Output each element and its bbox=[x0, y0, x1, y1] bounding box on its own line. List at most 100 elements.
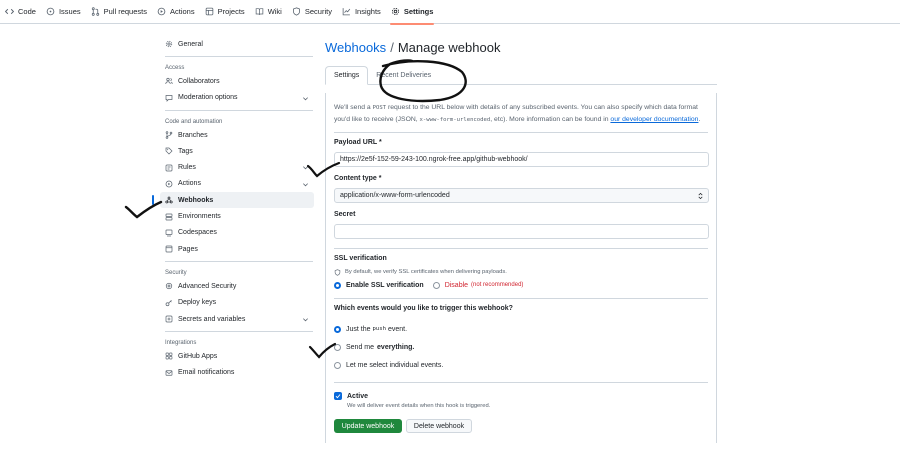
sidebar-item-label: Collaborators bbox=[178, 77, 220, 85]
chevron-down-icon[interactable] bbox=[302, 95, 309, 102]
gear-icon bbox=[391, 7, 400, 16]
intro-text: , etc). More information can be found in bbox=[490, 116, 611, 123]
rules-icon bbox=[165, 164, 173, 172]
sidebar-item-general[interactable]: General bbox=[160, 36, 314, 52]
server-icon bbox=[165, 213, 173, 221]
ssl-disable-radio[interactable] bbox=[432, 281, 440, 289]
content-type-select[interactable]: application/x-www-form-urlencoded bbox=[334, 188, 709, 203]
sidebar-item-label: Codespaces bbox=[178, 229, 217, 237]
event-option-individual[interactable]: Let me select individual events. bbox=[334, 356, 708, 374]
sidebar-item-branches[interactable]: Branches bbox=[160, 127, 314, 143]
event-option-push[interactable]: Just the push event. bbox=[334, 320, 708, 338]
event-individual-text: Let me select individual events. bbox=[346, 361, 444, 369]
ssl-enable-radio[interactable] bbox=[334, 281, 341, 289]
form-divider bbox=[334, 382, 708, 383]
sidebar-item-collaborators[interactable]: Collaborators bbox=[160, 73, 314, 89]
intro-code: x-www-form-urlencoded bbox=[419, 117, 491, 123]
annotation-check-webhooks bbox=[124, 200, 163, 219]
event-individual-radio[interactable] bbox=[334, 361, 341, 369]
codescan-icon bbox=[165, 282, 173, 290]
sidebar-item-actions[interactable]: Actions bbox=[160, 176, 314, 192]
page-title: Webhooks / Manage webhook bbox=[325, 36, 717, 58]
tab-settings[interactable]: Settings bbox=[325, 66, 369, 85]
sidebar-item-moderation[interactable]: Moderation options bbox=[160, 90, 314, 106]
sidebar-item-label: Moderation options bbox=[178, 94, 238, 102]
sidebar-item-secrets[interactable]: Secrets and variables bbox=[160, 311, 314, 327]
sidebar-item-tags[interactable]: Tags bbox=[160, 143, 314, 159]
sidebar-item-pages[interactable]: Pages bbox=[160, 241, 314, 257]
nav-issues[interactable]: Issues bbox=[41, 0, 86, 24]
nav-code-label: Code bbox=[18, 7, 36, 16]
sidebar-item-rules[interactable]: Rules bbox=[160, 159, 314, 175]
ssl-disable-note: (not recommended) bbox=[471, 282, 524, 288]
sidebar-item-github-apps[interactable]: GitHub Apps bbox=[160, 348, 314, 364]
sidebar-heading-security: Security bbox=[165, 270, 187, 277]
sidebar-divider bbox=[165, 261, 313, 263]
nav-code[interactable]: Code bbox=[0, 0, 41, 24]
ssl-label: SSL verification bbox=[334, 255, 387, 262]
nav-pull-requests[interactable]: Pull requests bbox=[86, 0, 152, 24]
plus-square-icon bbox=[165, 315, 173, 323]
tab-recent-deliveries[interactable]: Recent Deliveries bbox=[368, 66, 439, 85]
breadcrumb-webhooks[interactable]: Webhooks bbox=[325, 40, 386, 55]
nav-actions-label: Actions bbox=[169, 7, 195, 16]
event-option-everything[interactable]: Send me everything. bbox=[334, 338, 708, 356]
sidebar-item-label: GitHub Apps bbox=[178, 352, 218, 360]
nav-insights[interactable]: Insights bbox=[337, 0, 386, 24]
settings-sidebar: General Access Collaborators Moderation … bbox=[152, 36, 314, 381]
tag-icon bbox=[165, 147, 173, 155]
sidebar-item-webhooks[interactable]: Webhooks bbox=[152, 192, 314, 209]
comment-icon bbox=[165, 94, 173, 102]
sidebar-item-email-notifications[interactable]: Email notifications bbox=[160, 364, 314, 380]
sidebar-item-label: General bbox=[178, 40, 203, 48]
shield-lock-icon bbox=[334, 268, 341, 276]
sidebar-item-label: Actions bbox=[178, 180, 201, 188]
events-label: Which events would you like to trigger t… bbox=[334, 305, 513, 312]
codespaces-icon bbox=[165, 229, 173, 237]
sidebar-item-label: Pages bbox=[178, 245, 198, 253]
update-webhook-button[interactable]: Update webhook bbox=[334, 419, 402, 433]
payload-url-input[interactable]: https://2e5f-152-59-243-100.ngrok-free.a… bbox=[334, 152, 709, 167]
select-arrows-icon bbox=[698, 192, 703, 200]
nav-projects[interactable]: Projects bbox=[200, 0, 250, 24]
nav-security-label: Security bbox=[304, 7, 332, 16]
table-icon bbox=[205, 7, 214, 16]
mail-icon bbox=[165, 369, 173, 377]
delete-webhook-button[interactable]: Delete webhook bbox=[406, 419, 472, 433]
apps-icon bbox=[165, 352, 173, 360]
key-icon bbox=[165, 299, 173, 307]
sidebar-divider bbox=[165, 331, 313, 333]
play-icon bbox=[165, 180, 173, 188]
ssl-hint: By default, we verify SSL certificates w… bbox=[334, 266, 708, 278]
sidebar-item-environments[interactable]: Environments bbox=[160, 208, 314, 224]
pull-request-icon bbox=[91, 7, 100, 16]
graph-icon bbox=[342, 7, 351, 16]
chevron-down-icon[interactable] bbox=[302, 316, 309, 323]
active-option[interactable]: Active bbox=[334, 389, 708, 403]
sidebar-divider bbox=[165, 109, 313, 111]
event-everything-radio[interactable] bbox=[334, 343, 341, 351]
nav-security[interactable]: Security bbox=[287, 0, 337, 24]
sidebar-item-codespaces[interactable]: Codespaces bbox=[160, 225, 314, 241]
ssl-enable-label[interactable]: Enable SSL verification bbox=[346, 282, 424, 289]
chevron-down-icon[interactable] bbox=[302, 181, 309, 188]
repo-nav: Code Issues Pull requests Actions Projec… bbox=[0, 0, 900, 25]
nav-insights-label: Insights bbox=[354, 7, 381, 16]
nav-pull-requests-label: Pull requests bbox=[103, 7, 147, 16]
nav-actions[interactable]: Actions bbox=[152, 0, 200, 24]
breadcrumb-separator: / bbox=[390, 39, 394, 55]
developer-docs-link[interactable]: our developer documentation bbox=[610, 116, 698, 123]
nav-projects-label: Projects bbox=[217, 7, 245, 16]
ssl-disable-label[interactable]: Disable bbox=[445, 282, 468, 289]
nav-wiki[interactable]: Wiki bbox=[250, 0, 287, 24]
sidebar-item-deploy-keys[interactable]: Deploy keys bbox=[160, 295, 314, 311]
form-divider bbox=[334, 132, 708, 133]
sidebar-item-advanced-security[interactable]: Advanced Security bbox=[160, 278, 314, 294]
event-push-radio[interactable] bbox=[334, 325, 341, 333]
secret-input[interactable] bbox=[334, 224, 709, 239]
issue-icon bbox=[46, 7, 55, 16]
nav-settings[interactable]: Settings bbox=[386, 0, 439, 25]
chevron-down-icon[interactable] bbox=[302, 164, 309, 171]
active-checkbox[interactable] bbox=[334, 392, 342, 400]
form-divider bbox=[334, 248, 708, 249]
